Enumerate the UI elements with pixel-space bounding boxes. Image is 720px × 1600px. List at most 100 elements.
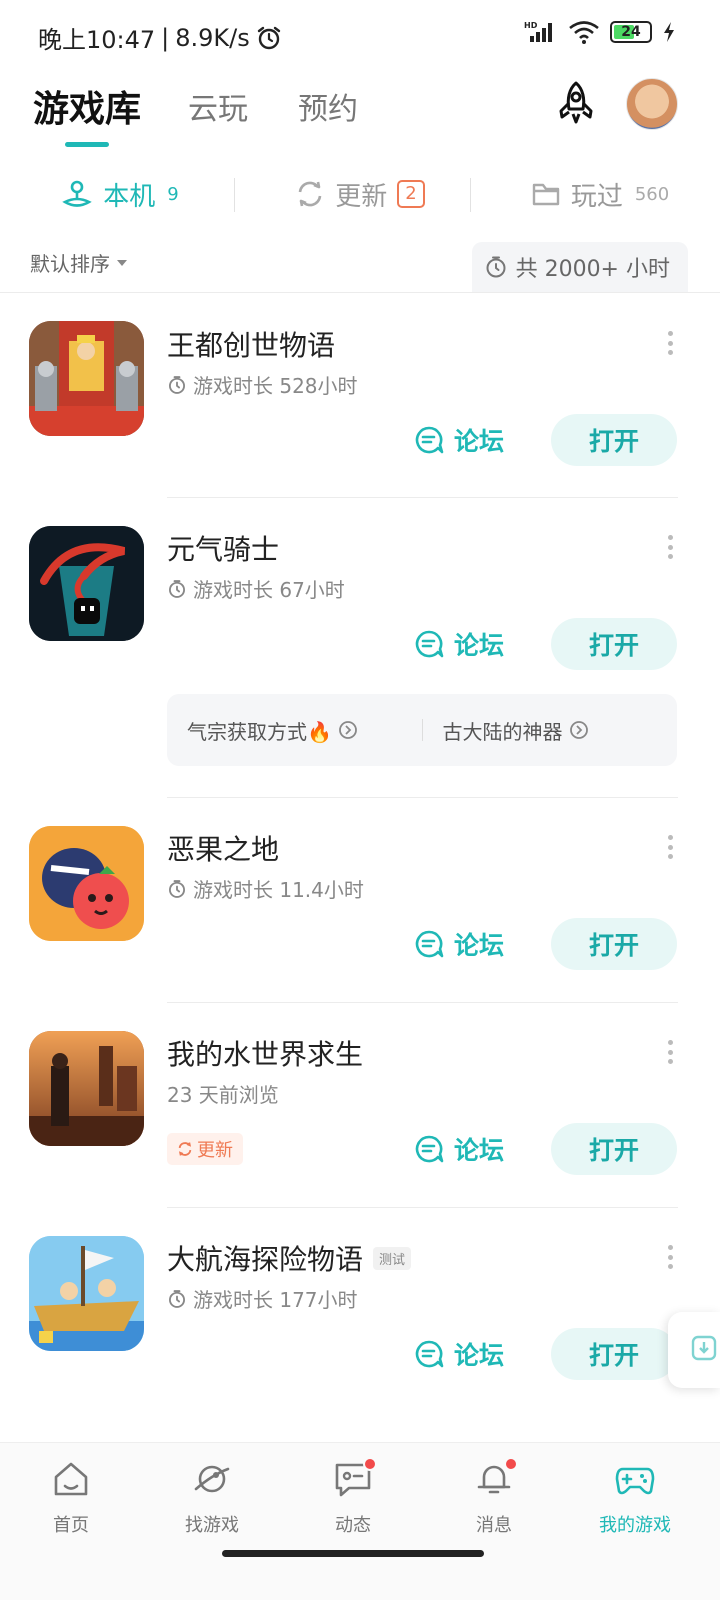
strategy-link[interactable]: 气宗获取方式🔥 <box>167 716 422 745</box>
bottom-nav: 首页 找游戏 动态 消息 我的游戏 <box>0 1442 720 1600</box>
game-icon[interactable] <box>29 1236 144 1351</box>
game-meta: 游戏时长 528小时 <box>167 370 358 399</box>
caret-down-icon <box>117 259 127 266</box>
game-title[interactable]: 恶果之地 <box>167 828 279 868</box>
forum-button[interactable]: 论坛 <box>414 926 504 962</box>
game-meta: 23 天前浏览 <box>167 1079 279 1108</box>
home-indicator[interactable] <box>222 1550 484 1557</box>
top-nav: 游戏库 云玩 预约 <box>0 78 720 158</box>
subtab-played[interactable]: 玩过 560 <box>480 166 720 222</box>
open-button[interactable]: 打开 <box>551 1328 677 1380</box>
subtab-local-count: 9 <box>167 183 179 205</box>
update-tag[interactable]: 更新 <box>167 1133 243 1165</box>
stopwatch-icon <box>169 879 185 898</box>
forum-button[interactable]: 论坛 <box>414 1336 504 1372</box>
game-card: 王都创世物语 游戏时长 528小时 论坛 打开 <box>0 294 720 498</box>
nav-home[interactable]: 首页 <box>6 1459 136 1537</box>
stopwatch-icon <box>169 375 185 394</box>
subtab-updates[interactable]: 更新 2 <box>240 166 480 222</box>
playtime-text: 游戏时长 67小时 <box>193 578 345 602</box>
more-options-icon[interactable] <box>660 1242 680 1272</box>
chevron-circle-icon <box>339 721 357 739</box>
nav-my-games-label: 我的游戏 <box>599 1515 671 1536</box>
network-label: HD <box>524 21 538 30</box>
game-icon[interactable] <box>29 826 144 941</box>
folder-icon <box>532 183 560 206</box>
nav-my-games[interactable]: 我的游戏 <box>570 1459 700 1537</box>
sort-label: 默认排序 <box>30 252 110 276</box>
strategy-links: 气宗获取方式🔥 古大陆的神器 <box>167 694 677 766</box>
more-options-icon[interactable] <box>660 328 680 358</box>
game-title[interactable]: 大航海探险物语 测试 <box>167 1238 412 1278</box>
more-options-icon[interactable] <box>660 832 680 862</box>
status-bar: 晚上10:47 | 8.9K/s HD 24 <box>0 0 720 70</box>
game-icon[interactable] <box>29 1031 144 1146</box>
status-time: 晚上10:47 <box>38 26 156 54</box>
status-time-group: 晚上10:47 | 8.9K/s <box>38 20 282 55</box>
forum-button[interactable]: 论坛 <box>414 626 504 662</box>
alarm-icon <box>257 26 280 49</box>
game-title[interactable]: 王都创世物语 <box>167 324 335 364</box>
test-tag: 测试 <box>373 1246 412 1270</box>
more-options-icon[interactable] <box>660 1037 680 1067</box>
forum-label: 论坛 <box>454 931 505 960</box>
wifi-icon <box>569 21 599 44</box>
game-title-text: 大航海探险物语 <box>167 1243 364 1276</box>
open-button[interactable]: 打开 <box>551 618 677 670</box>
subtab-updates-label: 更新 <box>335 181 388 212</box>
subtab-played-count: 560 <box>634 183 670 205</box>
stopwatch-icon <box>169 1289 185 1308</box>
total-playtime-text: 共 2000+ 小时 <box>515 257 670 282</box>
forum-label: 论坛 <box>454 427 505 456</box>
nav-activity-label: 动态 <box>335 1515 371 1536</box>
header-divider <box>0 292 720 293</box>
game-icon[interactable] <box>29 321 144 436</box>
more-options-icon[interactable] <box>660 532 680 562</box>
update-tag-label: 更新 <box>197 1140 233 1161</box>
forum-button[interactable]: 论坛 <box>414 1131 504 1167</box>
home-icon <box>54 1462 88 1496</box>
strategy-link[interactable]: 古大陆的神器 <box>423 716 678 745</box>
sort-row: 默认排序 共 2000+ 小时 <box>0 240 720 292</box>
forum-icon <box>415 630 444 658</box>
tab-reservations[interactable]: 预约 <box>298 84 358 128</box>
refresh-icon <box>178 1142 192 1156</box>
nav-activity[interactable]: 动态 <box>288 1457 418 1537</box>
forum-icon <box>415 426 444 454</box>
subtab-divider <box>234 178 235 212</box>
nav-home-label: 首页 <box>53 1515 89 1536</box>
game-card: 大航海探险物语 测试 游戏时长 177小时 论坛 打开 <box>0 1208 720 1413</box>
avatar[interactable] <box>626 78 678 130</box>
nav-messages[interactable]: 消息 <box>429 1457 559 1537</box>
rocket-icon[interactable] <box>552 80 600 128</box>
game-title[interactable]: 我的水世界求生 <box>167 1033 363 1073</box>
forum-icon <box>415 930 444 958</box>
refresh-icon <box>298 181 322 207</box>
subtab-played-label: 玩过 <box>570 181 623 212</box>
subtab-local-label: 本机 <box>103 181 156 212</box>
game-icon[interactable] <box>29 526 144 641</box>
game-list: 王都创世物语 游戏时长 528小时 论坛 打开 元气骑士 游戏时长 67小时 论… <box>0 294 720 1413</box>
game-title[interactable]: 元气骑士 <box>167 528 279 568</box>
sort-dropdown[interactable]: 默认排序 <box>30 248 128 277</box>
forum-button[interactable]: 论坛 <box>414 422 504 458</box>
sub-tabs: 本机 9 更新 2 玩过 560 <box>0 166 720 222</box>
last-viewed-text: 23 天前浏览 <box>167 1083 279 1107</box>
floating-download-button[interactable] <box>668 1312 720 1388</box>
subtab-local[interactable]: 本机 9 <box>0 166 240 222</box>
open-button[interactable]: 打开 <box>551 1123 677 1175</box>
nav-find-games[interactable]: 找游戏 <box>147 1459 277 1537</box>
subtab-divider <box>470 178 471 212</box>
strategy-link-label: 古大陆的神器 <box>442 719 563 744</box>
open-button[interactable]: 打开 <box>551 414 677 466</box>
open-button[interactable]: 打开 <box>551 918 677 970</box>
strategy-link-label: 气宗获取方式🔥 <box>187 719 332 744</box>
playtime-text: 游戏时长 177小时 <box>193 1288 358 1312</box>
status-separator: | <box>161 23 170 52</box>
signal-icon: HD <box>524 21 552 42</box>
stopwatch-icon <box>486 256 506 278</box>
total-playtime: 共 2000+ 小时 <box>471 242 688 292</box>
nav-find-games-label: 找游戏 <box>185 1515 239 1536</box>
tab-game-library[interactable]: 游戏库 <box>33 80 141 132</box>
tab-cloud-play[interactable]: 云玩 <box>188 84 248 128</box>
